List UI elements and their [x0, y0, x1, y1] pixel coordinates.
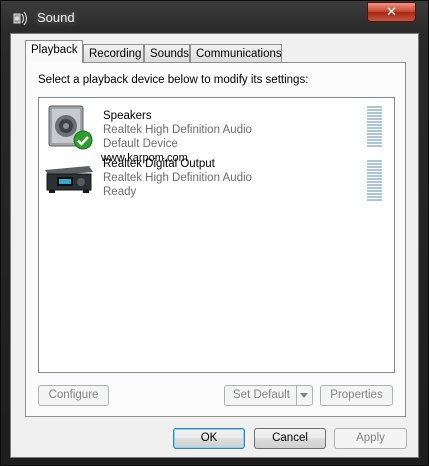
device-driver: Realtek High Definition Audio — [103, 124, 252, 136]
digital-output-icon — [45, 166, 93, 193]
apply-button[interactable]: Apply — [334, 428, 407, 449]
instruction-text: Select a playback device below to modify… — [38, 74, 309, 86]
volume-meter — [367, 160, 382, 202]
cancel-button[interactable]: Cancel — [254, 428, 326, 449]
device-driver: Realtek High Definition Audio — [103, 172, 252, 184]
speaker-sound-icon — [13, 11, 28, 26]
close-button[interactable]: ✕ — [367, 2, 416, 22]
device-status: Ready — [103, 186, 137, 198]
device-item-digital-output[interactable]: Realtek Digital Output Realtek High Defi… — [41, 154, 391, 208]
window-title: Sound — [37, 10, 75, 25]
properties-button[interactable]: Properties — [320, 385, 393, 406]
volume-meter — [367, 106, 382, 148]
set-default-button[interactable]: Set Default — [224, 385, 313, 406]
set-default-label: Set Default — [233, 389, 290, 401]
title-bar[interactable]: Sound ✕ — [1, 1, 428, 35]
check-icon — [73, 130, 93, 150]
ok-button[interactable]: OK — [173, 428, 245, 449]
tab-playback[interactable]: Playback — [25, 40, 83, 63]
tab-recording-label: Recording — [89, 48, 142, 60]
dialog-client-area: Playback Recording Sounds Communications… — [10, 33, 419, 458]
tab-sounds[interactable]: Sounds — [144, 44, 190, 62]
tab-recording[interactable]: Recording — [83, 44, 144, 62]
device-status: Default Device — [103, 138, 178, 150]
close-icon: ✕ — [386, 4, 397, 19]
configure-button[interactable]: Configure — [38, 385, 109, 406]
tab-sounds-label: Sounds — [150, 48, 190, 60]
tab-playback-label: Playback — [31, 44, 78, 56]
watermark-text: www.karpom.com — [101, 152, 188, 164]
device-list[interactable]: Speakers Realtek High Definition Audio D… — [38, 97, 395, 373]
device-name: Speakers — [103, 110, 152, 122]
tab-communications[interactable]: Communications — [190, 44, 282, 62]
sound-window: Sound ✕ Playback Recording Sounds Commun… — [0, 0, 429, 466]
tab-communications-label: Communications — [196, 48, 282, 60]
device-item-speakers[interactable]: Speakers Realtek High Definition Audio D… — [41, 100, 391, 154]
playback-tab-panel: Select a playback device below to modify… — [25, 62, 406, 417]
chevron-down-icon[interactable] — [296, 386, 312, 405]
